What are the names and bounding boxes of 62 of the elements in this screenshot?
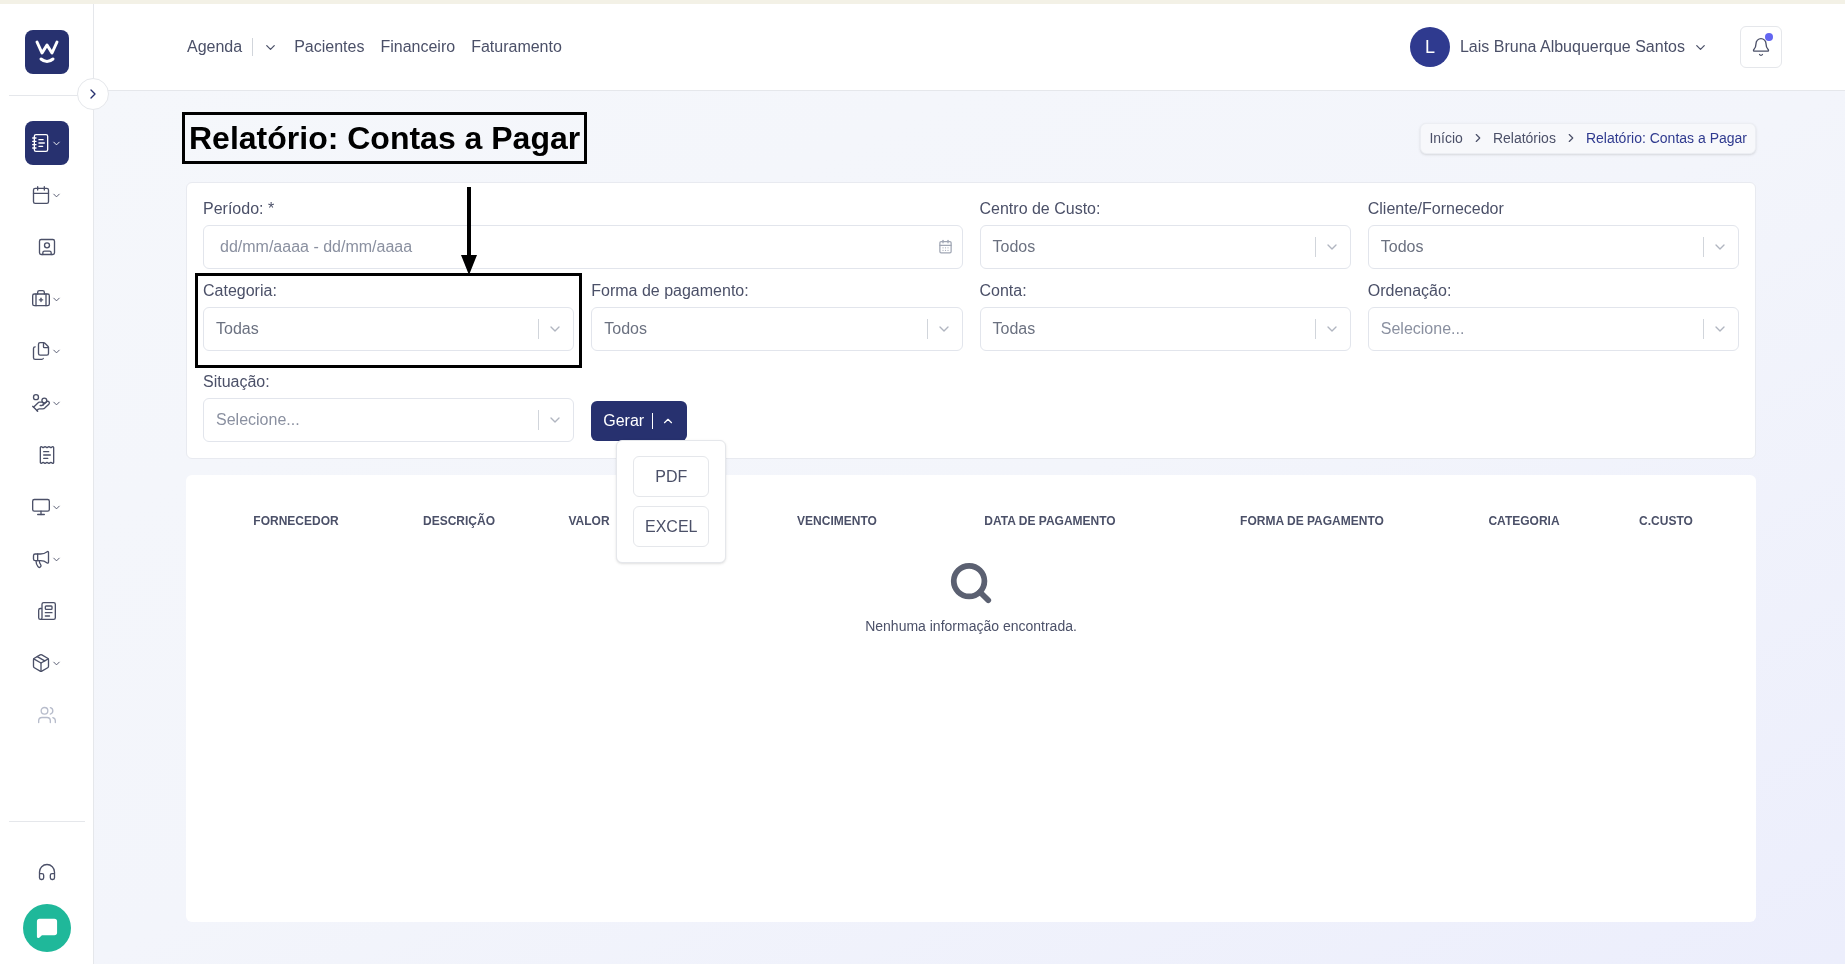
field-label: Cliente/Fornecedor: [1367, 199, 1505, 219]
chat-icon: [35, 917, 58, 939]
field-label: Categoria:: [203, 281, 278, 301]
export-option[interactable]: PDF: [633, 456, 710, 497]
search-icon: [948, 560, 994, 606]
newspaper-icon: [36, 601, 57, 621]
breadcrumb-link[interactable]: Relatórios: [1492, 127, 1556, 149]
breadcrumb-link[interactable]: Início: [1429, 127, 1463, 149]
page-title: Relatório: Contas a Pagar: [182, 112, 588, 164]
select-field[interactable]: Todos: [591, 307, 963, 351]
nav-link[interactable]: Faturamento: [471, 35, 562, 59]
column-header: DESCRIÇÃO: [423, 512, 495, 530]
select-field[interactable]: Todas: [979, 307, 1351, 351]
breadcrumb-link[interactable]: Relatório: Contas a Pagar: [1585, 127, 1747, 149]
contact-card-icon: [36, 237, 57, 257]
bell-icon: [1751, 37, 1771, 57]
select-value: Todas: [216, 319, 260, 339]
column-header: DATA DE PAGAMENTO: [984, 513, 1116, 530]
notebook-icon: [31, 133, 51, 153]
monitor-icon: [31, 497, 51, 517]
column-header: VENCIMENTO: [797, 513, 877, 530]
user-name[interactable]: Lais Bruna Albuquerque Santos: [1459, 35, 1685, 59]
column-header: VALOR: [568, 513, 610, 530]
notifications-button[interactable]: [1740, 26, 1782, 68]
field-label: Período: *: [203, 199, 276, 219]
megaphone-icon: [31, 549, 51, 569]
calendar-icon: [937, 239, 953, 254]
medical-case-icon: [31, 289, 51, 309]
field-label: Centro de Custo:: [979, 199, 1102, 219]
select-placeholder: Selecione...: [1380, 319, 1466, 339]
select-field[interactable]: Todas: [203, 307, 575, 351]
logo[interactable]: [24, 30, 69, 74]
nav-link[interactable]: Financeiro: [380, 35, 456, 59]
files-icon: [31, 341, 51, 361]
select-value: Todas: [992, 319, 1037, 339]
select-value: Todos: [1380, 237, 1425, 257]
column-header: CATEGORIA: [1488, 513, 1560, 530]
select-placeholder: Selecione...: [216, 410, 301, 430]
select-field[interactable]: Todos: [1367, 225, 1739, 269]
field-label: Ordenação:: [1367, 281, 1453, 301]
field-label: Conta:: [979, 281, 1028, 301]
hand-coins-icon: [31, 393, 51, 413]
headset-icon: [36, 862, 57, 882]
package-icon: [31, 653, 51, 673]
field-label: Situação:: [203, 372, 271, 392]
users-icon: [36, 705, 57, 725]
column-header: C.CUSTO: [1639, 513, 1693, 530]
calendar-icon: [31, 185, 51, 205]
field-label: Forma de pagamento:: [591, 281, 750, 301]
column-header: FORNECEDOR: [253, 513, 339, 530]
generate-button[interactable]: Gerar: [591, 401, 688, 441]
select-value: Todos: [992, 237, 1037, 257]
user-avatar[interactable]: L: [1409, 27, 1450, 67]
empty-message: Nenhuma informação encontrada.: [865, 617, 1077, 636]
nav-link[interactable]: Agenda: [187, 35, 279, 59]
select-value: Todos: [604, 319, 648, 339]
export-option[interactable]: EXCEL: [633, 506, 710, 547]
sidebar-item[interactable]: [24, 121, 69, 165]
nav-link[interactable]: Pacientes: [294, 35, 365, 59]
date-range-field[interactable]: dd/mm/aaaa - dd/mm/aaaa: [203, 225, 963, 269]
select-field[interactable]: Todos: [979, 225, 1351, 269]
column-header: FORMA DE PAGAMENTO: [1240, 513, 1384, 530]
